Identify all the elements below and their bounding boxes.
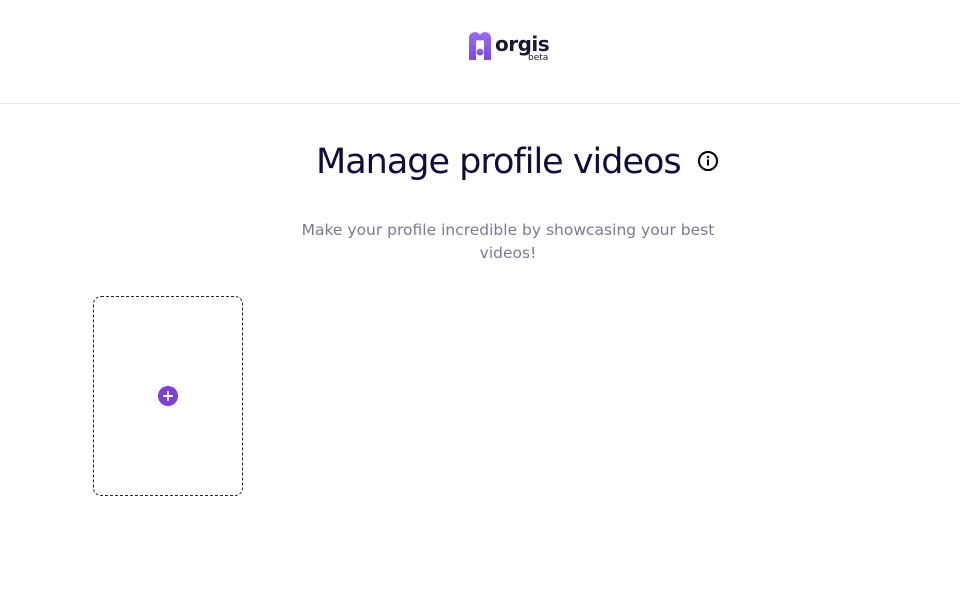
title-row: Manage profile videos (0, 138, 960, 186)
plus-circle-icon[interactable] (158, 386, 178, 406)
info-icon[interactable] (697, 150, 719, 172)
morgis-logo[interactable]: orgis beta (465, 30, 555, 66)
add-video-slot[interactable] (93, 296, 243, 496)
page-title: Manage profile videos (316, 142, 682, 182)
morgis-m-logo-icon (469, 32, 491, 60)
beta-badge: beta (528, 53, 549, 63)
page-subtitle: Make your profile incredible by showcasi… (301, 221, 715, 262)
top-header: orgis beta (0, 0, 960, 104)
